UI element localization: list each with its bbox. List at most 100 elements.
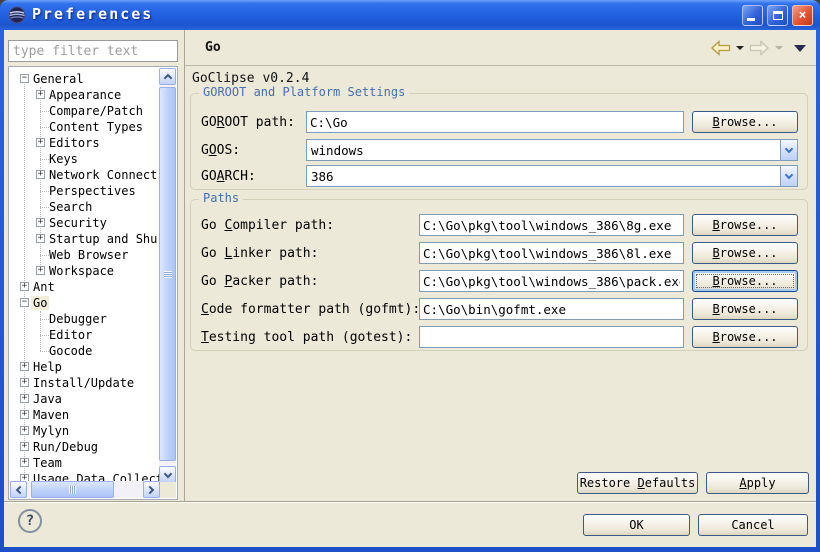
scroll-left-button[interactable]	[10, 481, 27, 498]
chevron-down-icon[interactable]	[780, 140, 797, 160]
goroot-group: GOROOT and Platform Settings GOROOT path…	[190, 93, 808, 190]
expand-toggle-icon[interactable]: +	[20, 378, 29, 387]
code-formatter-path-gofmt-input[interactable]	[419, 298, 684, 320]
chevron-down-icon	[163, 469, 171, 477]
expand-toggle-icon[interactable]: +	[36, 170, 45, 179]
ok-button[interactable]: OK	[583, 514, 690, 536]
group-title: Paths	[199, 191, 243, 206]
collapse-toggle-icon[interactable]: −	[20, 298, 29, 307]
apply-button[interactable]: Apply	[706, 472, 809, 494]
expand-toggle-icon[interactable]: +	[36, 234, 45, 243]
tree-item-team[interactable]: +Team	[10, 455, 160, 471]
tree-item-startup-and-shu[interactable]: +Startup and Shu	[10, 231, 160, 247]
go-compiler-path-input[interactable]	[419, 214, 684, 236]
maximize-icon	[773, 11, 783, 20]
back-history-dropdown-icon[interactable]	[736, 46, 744, 50]
tree-item-gocode[interactable]: Gocode	[10, 343, 160, 359]
back-icon[interactable]	[710, 40, 731, 56]
tree-item-perspectives[interactable]: Perspectives	[10, 183, 160, 199]
chevron-down-icon[interactable]	[780, 166, 797, 186]
horizontal-scrollbar-thumb[interactable]	[31, 481, 114, 498]
forward-history-dropdown-icon[interactable]	[775, 46, 783, 50]
goos-combo[interactable]: windows	[306, 139, 798, 161]
tree-item-label: Maven	[33, 408, 69, 422]
scroll-right-button[interactable]	[143, 481, 160, 498]
expand-toggle-icon[interactable]: +	[20, 362, 29, 371]
tree-item-label: Appearance	[49, 88, 121, 102]
tree-item-network-connect[interactable]: +Network Connect	[10, 167, 160, 183]
tree-item-web-browser[interactable]: Web Browser	[10, 247, 160, 263]
titlebar[interactable]: Preferences ×	[0, 0, 820, 30]
expand-toggle-icon[interactable]: +	[20, 442, 29, 451]
tree-item-maven[interactable]: + Maven	[10, 407, 160, 423]
tree-item-compare-patch[interactable]: Compare/Patch	[10, 103, 160, 119]
tree-item-mylyn[interactable]: + Mylyn	[10, 423, 160, 439]
code-formatter-path-gofmt-browse-button[interactable]: Browse...	[692, 298, 798, 320]
tree-item-debugger[interactable]: Debugger	[10, 311, 160, 327]
tree-connector	[40, 191, 49, 192]
tree-item-ant[interactable]: +Ant	[10, 279, 160, 295]
expand-toggle-icon[interactable]: +	[20, 426, 29, 435]
go-linker-path-browse-button[interactable]: Browse...	[692, 242, 798, 264]
expand-toggle-icon[interactable]: +	[36, 138, 45, 147]
maximize-button[interactable]	[767, 5, 788, 26]
expand-toggle-icon[interactable]: +	[20, 282, 29, 291]
close-button[interactable]: ×	[792, 5, 813, 26]
tree-item-appearance[interactable]: + Appearance	[10, 87, 160, 103]
tree-item-install-update[interactable]: +Install/Update	[10, 375, 160, 391]
go-linker-path-input[interactable]	[419, 242, 684, 264]
tree-item-java[interactable]: +Java	[10, 391, 160, 407]
go-compiler-path-browse-button[interactable]: Browse...	[692, 214, 798, 236]
tree-item-editor[interactable]: Editor	[10, 327, 160, 343]
tree-item-security[interactable]: +Security	[10, 215, 160, 231]
forward-icon[interactable]	[749, 40, 770, 56]
restore-defaults-button[interactable]: Restore Defaults	[577, 472, 698, 494]
goroot-browse-button[interactable]: Browse...	[692, 111, 798, 133]
tree-item-label: Mylyn	[33, 424, 69, 438]
goroot-path-input[interactable]	[306, 111, 684, 133]
testing-tool-path-gotest-browse-button[interactable]: Browse...	[692, 326, 798, 348]
expand-toggle-icon[interactable]: +	[36, 218, 45, 227]
tree-rows: −General + AppearanceCompare/PatchContent …	[10, 68, 160, 482]
tree-item-label: Search	[49, 200, 92, 214]
tree-item-label: Gocode	[49, 344, 92, 358]
testing-tool-path-gotest-input[interactable]	[419, 326, 684, 348]
tree-item-keys[interactable]: Keys	[10, 151, 160, 167]
help-button[interactable]: ?	[18, 509, 42, 533]
expand-toggle-icon[interactable]: +	[20, 394, 29, 403]
expand-toggle-icon[interactable]: +	[36, 90, 45, 99]
tree-item-label: Editor	[49, 328, 92, 342]
goarch-combo[interactable]: 386	[306, 165, 798, 187]
collapse-toggle-icon[interactable]: −	[20, 74, 29, 83]
tree-vertical-scrollbar[interactable]	[159, 68, 176, 483]
expand-toggle-icon[interactable]: +	[20, 410, 29, 419]
expand-toggle-icon[interactable]: +	[20, 458, 29, 467]
vertical-scrollbar-thumb[interactable]	[159, 87, 176, 461]
tree-horizontal-scrollbar[interactable]	[10, 481, 160, 498]
filter-input[interactable]	[8, 40, 178, 62]
go-packer-path-browse-button[interactable]: Browse...	[692, 270, 798, 292]
go-linker-path-label: Go Linker path:	[201, 246, 318, 261]
tree-connector	[40, 207, 49, 208]
tree-item-run-debug[interactable]: +Run/Debug	[10, 439, 160, 455]
scroll-down-button[interactable]	[159, 466, 176, 483]
footer-separator	[4, 501, 816, 503]
tree-item-editors[interactable]: +Editors	[10, 135, 160, 151]
tree-item-help[interactable]: +Help	[10, 359, 160, 375]
minimize-button[interactable]	[742, 5, 763, 26]
cancel-button[interactable]: Cancel	[698, 514, 808, 536]
goos-value: windows	[311, 143, 364, 158]
tree-item-content-types[interactable]: Content Types	[10, 119, 160, 135]
tree-item-label: Keys	[49, 152, 78, 166]
question-mark-icon: ?	[26, 513, 34, 529]
scroll-up-button[interactable]	[159, 68, 176, 85]
expand-toggle-icon[interactable]: +	[36, 266, 45, 275]
tree-item-go[interactable]: −Go	[10, 295, 160, 311]
page-title: Go	[205, 40, 221, 55]
tree-item-search[interactable]: Search	[10, 199, 160, 215]
go-packer-path-input[interactable]	[419, 270, 684, 292]
view-menu-icon[interactable]	[794, 45, 806, 52]
chevron-left-icon	[16, 485, 24, 493]
tree-item-general[interactable]: −General	[10, 71, 160, 87]
tree-item-workspace[interactable]: +Workspace	[10, 263, 160, 279]
